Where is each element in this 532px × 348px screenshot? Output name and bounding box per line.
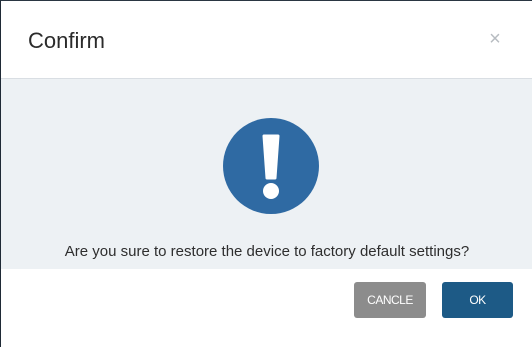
confirm-message: Are you sure to restore the device to fa… (64, 243, 470, 260)
cancel-button[interactable]: CANCLE (354, 282, 426, 318)
dialog-title: Confirm (28, 28, 106, 53)
close-icon[interactable]: × (485, 29, 505, 49)
confirm-dialog: Confirm × Are you sure to restore the de… (0, 0, 532, 348)
dialog-footer: CANCLE OK (1, 269, 532, 348)
ok-button[interactable]: OK (442, 282, 513, 318)
dialog-body: Are you sure to restore the device to fa… (1, 79, 532, 269)
exclamation-icon (223, 118, 319, 214)
dialog-header: Confirm × (1, 1, 532, 79)
